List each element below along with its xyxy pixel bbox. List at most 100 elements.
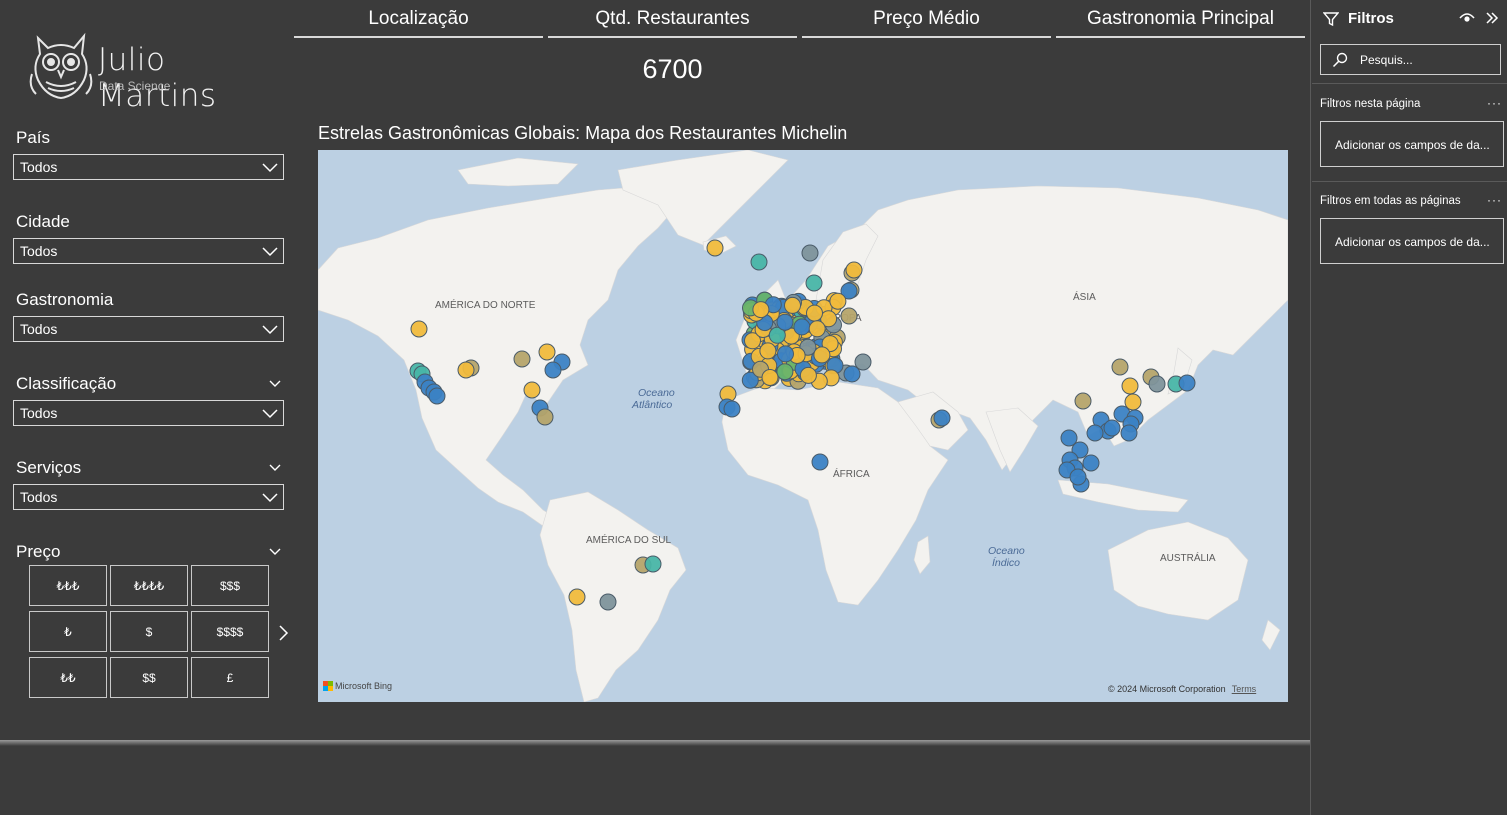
bing-attribution-text: Microsoft Bing	[335, 681, 393, 691]
restaurant-bubble[interactable]	[568, 588, 586, 606]
restaurant-bubble[interactable]	[813, 346, 831, 364]
kpi-qtd-restaurantes-value: 6700	[642, 54, 703, 84]
slicer-gastronomia-label: Gastronomia	[16, 290, 114, 309]
restaurant-bubble[interactable]	[513, 350, 531, 368]
restaurant-bubble[interactable]	[1103, 419, 1121, 437]
restaurant-bubble[interactable]	[410, 320, 428, 338]
restaurant-bubble[interactable]	[1178, 374, 1196, 392]
restaurant-bubble[interactable]	[933, 409, 951, 427]
filters-all-pages-well[interactable]: Adicionar os campos de da...	[1320, 218, 1504, 264]
divider	[1312, 83, 1507, 84]
divider	[1312, 181, 1507, 182]
pais-dropdown[interactable]: Todos	[13, 154, 284, 180]
logo: Julio Martins Data Science	[28, 30, 278, 114]
classificacao-dropdown-value: Todos	[20, 405, 58, 421]
price-tile[interactable]: $$$$	[191, 611, 269, 652]
price-tile[interactable]: $$	[110, 657, 188, 698]
filters-all-pages-title: Filtros em todas as páginas	[1320, 195, 1461, 207]
classificacao-dropdown[interactable]: Todos	[13, 400, 284, 426]
world-map[interactable]: AMÉRICA DO NORTE ÁSIA EUROPA ÁFRICA AMÉR…	[318, 150, 1288, 702]
chevron-down-icon	[262, 409, 278, 419]
brand-name: Julio Martins	[98, 42, 217, 114]
restaurant-bubble[interactable]	[776, 313, 794, 331]
restaurant-bubble[interactable]	[761, 369, 779, 386]
price-tile[interactable]: ₺₺₺	[29, 565, 107, 606]
restaurant-bubble[interactable]	[1086, 424, 1104, 442]
slicer-classificacao: Classificação Todos	[13, 374, 284, 426]
gastronomia-dropdown-value: Todos	[20, 321, 58, 337]
map-copyright: © 2024 Microsoft Corporation Terms	[1108, 684, 1256, 694]
restaurant-bubble[interactable]	[1069, 468, 1087, 486]
brand-tagline: Data Science	[99, 79, 171, 93]
servicos-dropdown[interactable]: Todos	[13, 484, 284, 510]
restaurant-bubble[interactable]	[805, 274, 823, 292]
restaurant-bubble[interactable]	[799, 366, 817, 384]
restaurant-bubble[interactable]	[457, 361, 475, 379]
restaurant-bubble[interactable]	[723, 400, 741, 418]
restaurant-bubble[interactable]	[1074, 392, 1092, 410]
terms-link[interactable]: Terms	[1232, 684, 1257, 694]
cidade-dropdown[interactable]: Todos	[13, 238, 284, 264]
price-tile[interactable]: ₺₺	[29, 657, 107, 698]
restaurant-bubble[interactable]	[428, 387, 446, 405]
kpi-header-localizacao[interactable]: Localização	[294, 8, 543, 38]
restaurant-bubble[interactable]	[793, 318, 811, 336]
filters-pane: Filtros Pesquis... Filtros nesta página …	[1310, 0, 1507, 815]
restaurant-bubble[interactable]	[777, 345, 794, 363]
slicer-cidade: Cidade Todos	[13, 212, 284, 264]
restaurant-bubble[interactable]	[1120, 424, 1138, 442]
kpi-header-qtd-restaurantes[interactable]: Qtd. Restaurantes	[548, 8, 797, 38]
eye-icon[interactable]	[1459, 12, 1475, 24]
chevron-down-icon	[262, 325, 278, 335]
restaurant-bubble[interactable]	[599, 593, 617, 611]
map-title: Estrelas Gastronômicas Globais: Mapa dos…	[318, 123, 848, 143]
price-tile[interactable]: $$$	[191, 565, 269, 606]
price-tile[interactable]: $	[110, 611, 188, 652]
restaurant-bubble[interactable]	[811, 453, 829, 471]
restaurant-bubble[interactable]	[644, 555, 662, 573]
restaurant-bubble[interactable]	[829, 292, 847, 310]
price-tile[interactable]: ₺₺₺₺	[110, 565, 188, 606]
restaurant-bubble[interactable]	[536, 408, 554, 426]
restaurant-bubble[interactable]	[845, 261, 863, 279]
slicer-cidade-label: Cidade	[16, 212, 70, 231]
collapse-chevron-icon[interactable]	[268, 544, 282, 558]
restaurant-bubble[interactable]	[1111, 358, 1129, 376]
more-options-icon[interactable]: ···	[1487, 193, 1502, 207]
collapse-pane-icon[interactable]	[1485, 11, 1499, 25]
kpi-header-preco-medio[interactable]: Preço Médio	[802, 8, 1051, 38]
gastronomia-dropdown[interactable]: Todos	[13, 316, 284, 342]
collapse-chevron-icon[interactable]	[268, 460, 282, 474]
restaurant-bubble[interactable]	[538, 343, 556, 361]
bottom-shadow	[0, 740, 1310, 746]
slicer-preco-label: Preço	[16, 542, 61, 561]
filter-search-placeholder: Pesquis...	[1360, 53, 1413, 67]
restaurant-bubble[interactable]	[750, 253, 768, 271]
microsoft-logo-icon	[323, 681, 333, 691]
restaurant-bubble[interactable]	[1148, 375, 1166, 393]
label-asia: ÁSIA	[1073, 290, 1096, 303]
restaurant-bubble[interactable]	[1121, 377, 1139, 395]
restaurant-bubble[interactable]	[854, 353, 872, 371]
restaurant-bubble[interactable]	[776, 363, 794, 381]
filter-search-input[interactable]: Pesquis...	[1320, 44, 1501, 75]
price-tile[interactable]: £	[191, 657, 269, 698]
more-options-icon[interactable]: ···	[1487, 96, 1502, 110]
restaurant-bubble[interactable]	[784, 296, 801, 314]
restaurant-bubble[interactable]	[806, 304, 823, 322]
kpi-header-gastronomia-principal[interactable]: Gastronomia Principal	[1056, 8, 1305, 38]
restaurant-bubble[interactable]	[752, 301, 770, 319]
restaurant-bubble[interactable]	[759, 342, 777, 360]
restaurant-bubble[interactable]	[544, 361, 562, 379]
price-tile[interactable]: ₺	[29, 611, 107, 652]
restaurant-bubble[interactable]	[840, 307, 858, 325]
restaurant-bubble[interactable]	[801, 244, 819, 262]
restaurant-bubble[interactable]	[808, 320, 826, 338]
collapse-chevron-icon[interactable]	[268, 376, 282, 390]
filters-this-page-well[interactable]: Adicionar os campos de da...	[1320, 121, 1504, 167]
restaurant-bubble[interactable]	[523, 381, 541, 399]
restaurant-bubble[interactable]	[1082, 454, 1100, 472]
owl-logo-icon	[29, 32, 93, 100]
chevron-right-icon[interactable]	[276, 624, 290, 642]
restaurant-bubble[interactable]	[706, 239, 724, 257]
